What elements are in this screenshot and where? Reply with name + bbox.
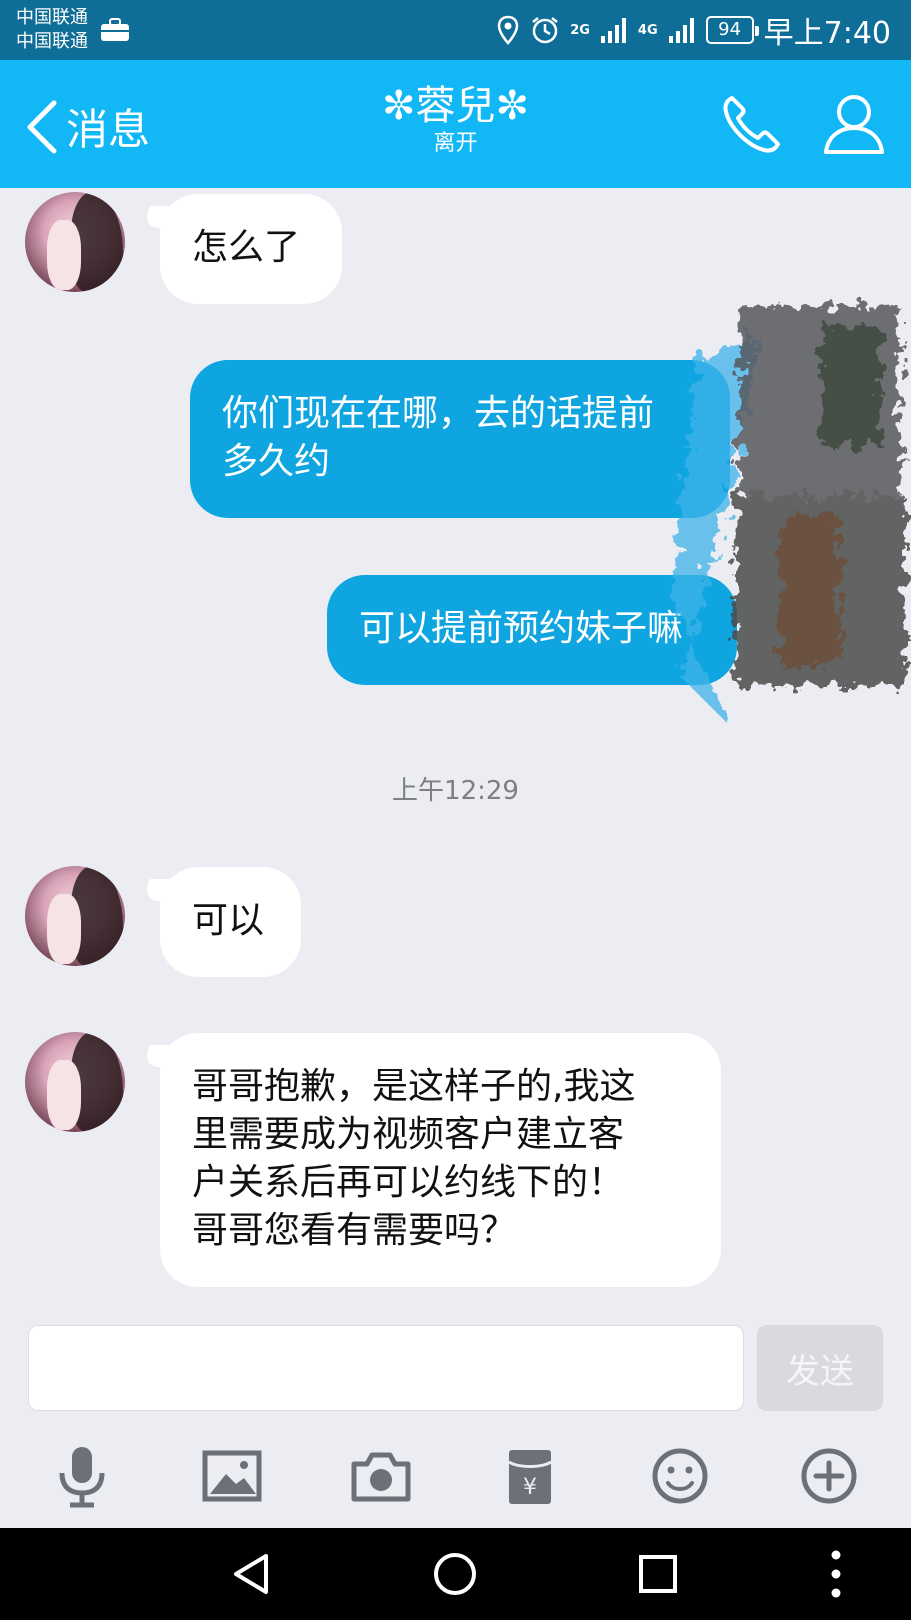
voice-button[interactable] [46,1440,118,1512]
carrier-1: 中国联通 [16,7,88,28]
nav-menu-button[interactable] [806,1544,866,1604]
square-recents-icon [639,1555,677,1593]
message-text-line: 你们现在在哪，去的话提前 [222,393,655,434]
triangle-back-icon [234,1554,268,1594]
message-text: 可以 [192,900,265,941]
chat-header: 消息 ✼蓉兒✼ 离开 [0,60,911,188]
message-text-line: 哥哥抱歉，是这样子的,我这 [192,1066,636,1107]
svg-text:¥: ¥ [523,1475,537,1500]
signal-1-icon [600,18,626,43]
message-input[interactable] [28,1325,744,1411]
nav-recents-button[interactable] [628,1544,688,1604]
network-2-label: 4G [637,22,658,38]
photo-button[interactable] [196,1440,268,1512]
message-text-line: 多久约 [222,441,331,482]
contact-avatar[interactable] [25,866,125,966]
red-packet-icon: ¥ [508,1450,552,1504]
signal-2-icon [668,18,694,43]
message-text-line: 哥哥您看有需要吗？ [192,1210,517,1251]
microphone-icon [59,1447,105,1508]
carrier-labels: 中国联通 中国联通 [16,6,88,54]
more-button[interactable] [793,1440,865,1512]
message-text-line: 里需要成为视频客户建立客 [192,1114,625,1155]
contact-avatar[interactable] [25,192,125,292]
emoji-button[interactable] [644,1440,716,1512]
redaction-scribble [670,306,905,726]
navigation-bar [0,1528,911,1620]
camera-icon [351,1452,411,1502]
input-toolbar: ¥ [0,1440,911,1528]
status-bar: 中国联通 中国联通 2G 4G 94 早上7:40 [0,0,911,60]
user-profile-icon[interactable] [820,90,888,158]
incoming-message[interactable]: 可以 [160,867,301,977]
camera-button[interactable] [345,1440,417,1512]
status-icons: 2G 4G 94 早上7:40 [496,10,891,51]
image-icon [202,1450,262,1502]
nav-back-button[interactable] [222,1544,282,1604]
briefcase-icon [101,18,129,41]
kebab-menu-icon [831,1550,841,1598]
contact-avatar[interactable] [25,1032,125,1132]
phone-icon[interactable] [718,90,786,158]
network-1-label: 2G [570,22,590,38]
timestamp: 上午12:29 [392,776,519,806]
alarm-icon [532,17,558,44]
plus-icon [801,1448,857,1504]
message-text-line: 户关系后再可以约线下的！ [192,1162,625,1203]
location-icon [497,15,519,45]
send-button[interactable]: 发送 [757,1325,883,1411]
message-text: 可以提前预约妹子嘛 [359,608,684,649]
message-text: 怎么了 [192,227,301,268]
clock: 早上7:40 [763,16,891,51]
emoji-icon [652,1448,708,1504]
circle-home-icon [434,1553,476,1595]
incoming-message[interactable]: 哥哥抱歉，是这样子的,我这 里需要成为视频客户建立客 户关系后再可以约线下的！ … [160,1033,721,1287]
incoming-message[interactable]: 怎么了 [160,194,342,304]
carrier-2: 中国联通 [16,31,88,52]
red-packet-button[interactable]: ¥ [494,1440,566,1512]
nav-home-button[interactable] [425,1544,485,1604]
battery-icon: 94 [705,16,759,44]
